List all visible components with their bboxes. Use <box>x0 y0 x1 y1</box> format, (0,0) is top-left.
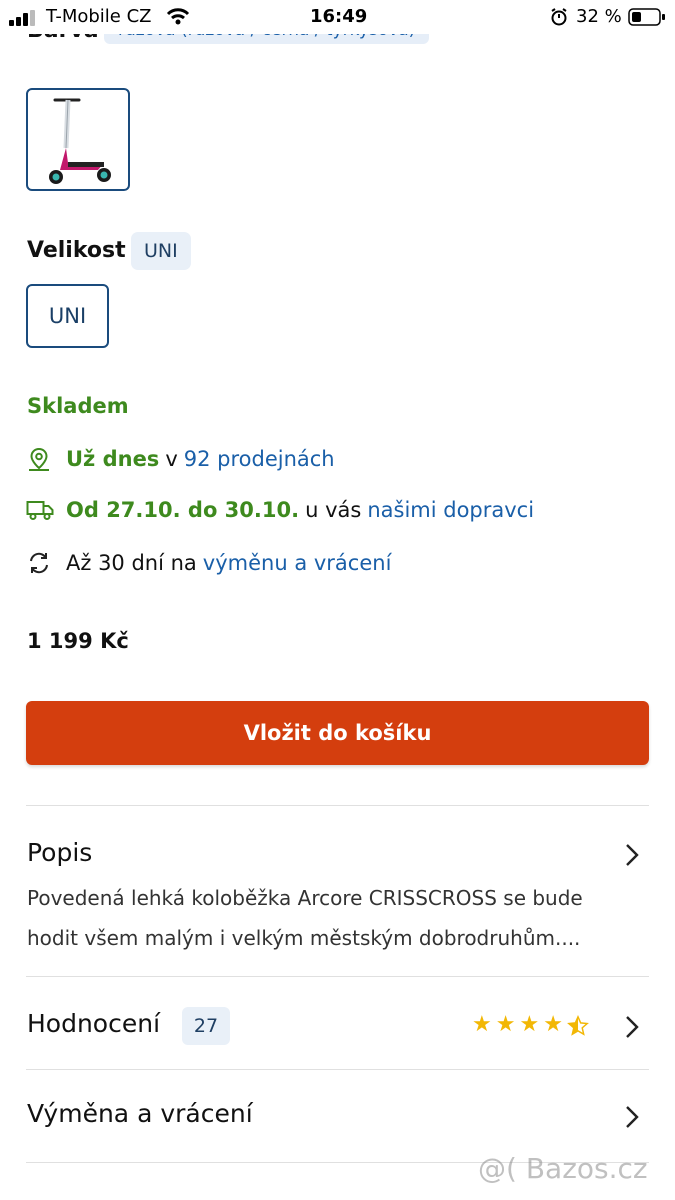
signal-icon <box>9 10 35 26</box>
truck-icon <box>26 501 54 520</box>
description-text: Povedená lehká koloběžka Arcore CRISSCRO… <box>27 886 583 950</box>
store-availability-row: Už dnes v 92 prodejnách <box>26 446 335 472</box>
stores-link[interactable]: 92 prodejnách <box>184 447 335 471</box>
delivery-text: u vás <box>305 498 362 522</box>
review-count-badge: 27 <box>182 1007 230 1045</box>
description-section[interactable]: Popis Povedená lehká koloběžka Arcore CR… <box>26 820 649 970</box>
chevron-right-icon <box>626 1016 639 1038</box>
chevron-right-icon <box>626 844 639 866</box>
carriers-link[interactable]: našimi dopravci <box>367 498 534 522</box>
delivery-dates: Od 27.10. do 30.10. <box>66 498 300 522</box>
delivery-row: Od 27.10. do 30.10. u vás našimi dopravc… <box>26 498 534 522</box>
color-thumbnail[interactable] <box>26 88 130 191</box>
battery-icon <box>628 8 665 26</box>
store-availability-bold: Už dnes <box>66 447 160 471</box>
exchange-arrows-icon <box>30 552 48 574</box>
add-to-cart-button[interactable]: Vložit do košíku <box>26 701 649 765</box>
location-pin-icon <box>29 447 49 471</box>
battery-percent: 32 % <box>576 6 622 27</box>
description-title: Popis <box>27 838 93 867</box>
store-availability-text: v <box>165 447 178 471</box>
returns-text: Až 30 dní na <box>66 551 197 575</box>
divider <box>26 976 649 977</box>
rating-title: Hodnocení <box>27 1009 161 1038</box>
size-option-label: UNI <box>48 304 87 328</box>
watermark: @( Bazos.cz <box>478 1152 648 1185</box>
wifi-icon <box>166 8 190 25</box>
size-selected-chip: UNI <box>131 232 191 270</box>
star-full-icon: ★ <box>519 1012 540 1037</box>
star-full-icon: ★ <box>472 1012 492 1037</box>
returns-link[interactable]: výměnu a vrácení <box>203 551 392 575</box>
star-full-icon: ★ <box>495 1012 516 1037</box>
clock: 16:49 <box>310 6 368 27</box>
returns-row: Až 30 dní na výměnu a vrácení <box>26 550 391 576</box>
divider <box>26 1069 649 1070</box>
alarm-icon <box>551 8 567 26</box>
stock-status: Skladem <box>27 394 129 418</box>
carrier-label: T-Mobile CZ <box>46 6 152 27</box>
product-price: 1 199 Kč <box>27 629 129 653</box>
status-bar: T-Mobile CZ 16:49 32 % <box>0 0 675 34</box>
rating-stars: ★ ★ ★ ★ <box>472 1012 589 1037</box>
exchange-section[interactable]: Výměna a vrácení <box>26 1084 649 1154</box>
star-full-icon: ★ <box>543 1012 563 1037</box>
chevron-right-icon <box>626 1106 639 1128</box>
star-half-icon <box>567 1015 589 1036</box>
size-option-uni[interactable]: UNI <box>26 284 109 348</box>
size-label: Velikost <box>27 238 126 263</box>
add-to-cart-label: Vložit do košíku <box>243 721 432 745</box>
scooter-image <box>49 98 111 184</box>
divider <box>26 805 649 806</box>
rating-section[interactable]: Hodnocení 27 ★ ★ ★ ★ <box>26 990 649 1060</box>
exchange-title: Výměna a vrácení <box>27 1099 253 1128</box>
